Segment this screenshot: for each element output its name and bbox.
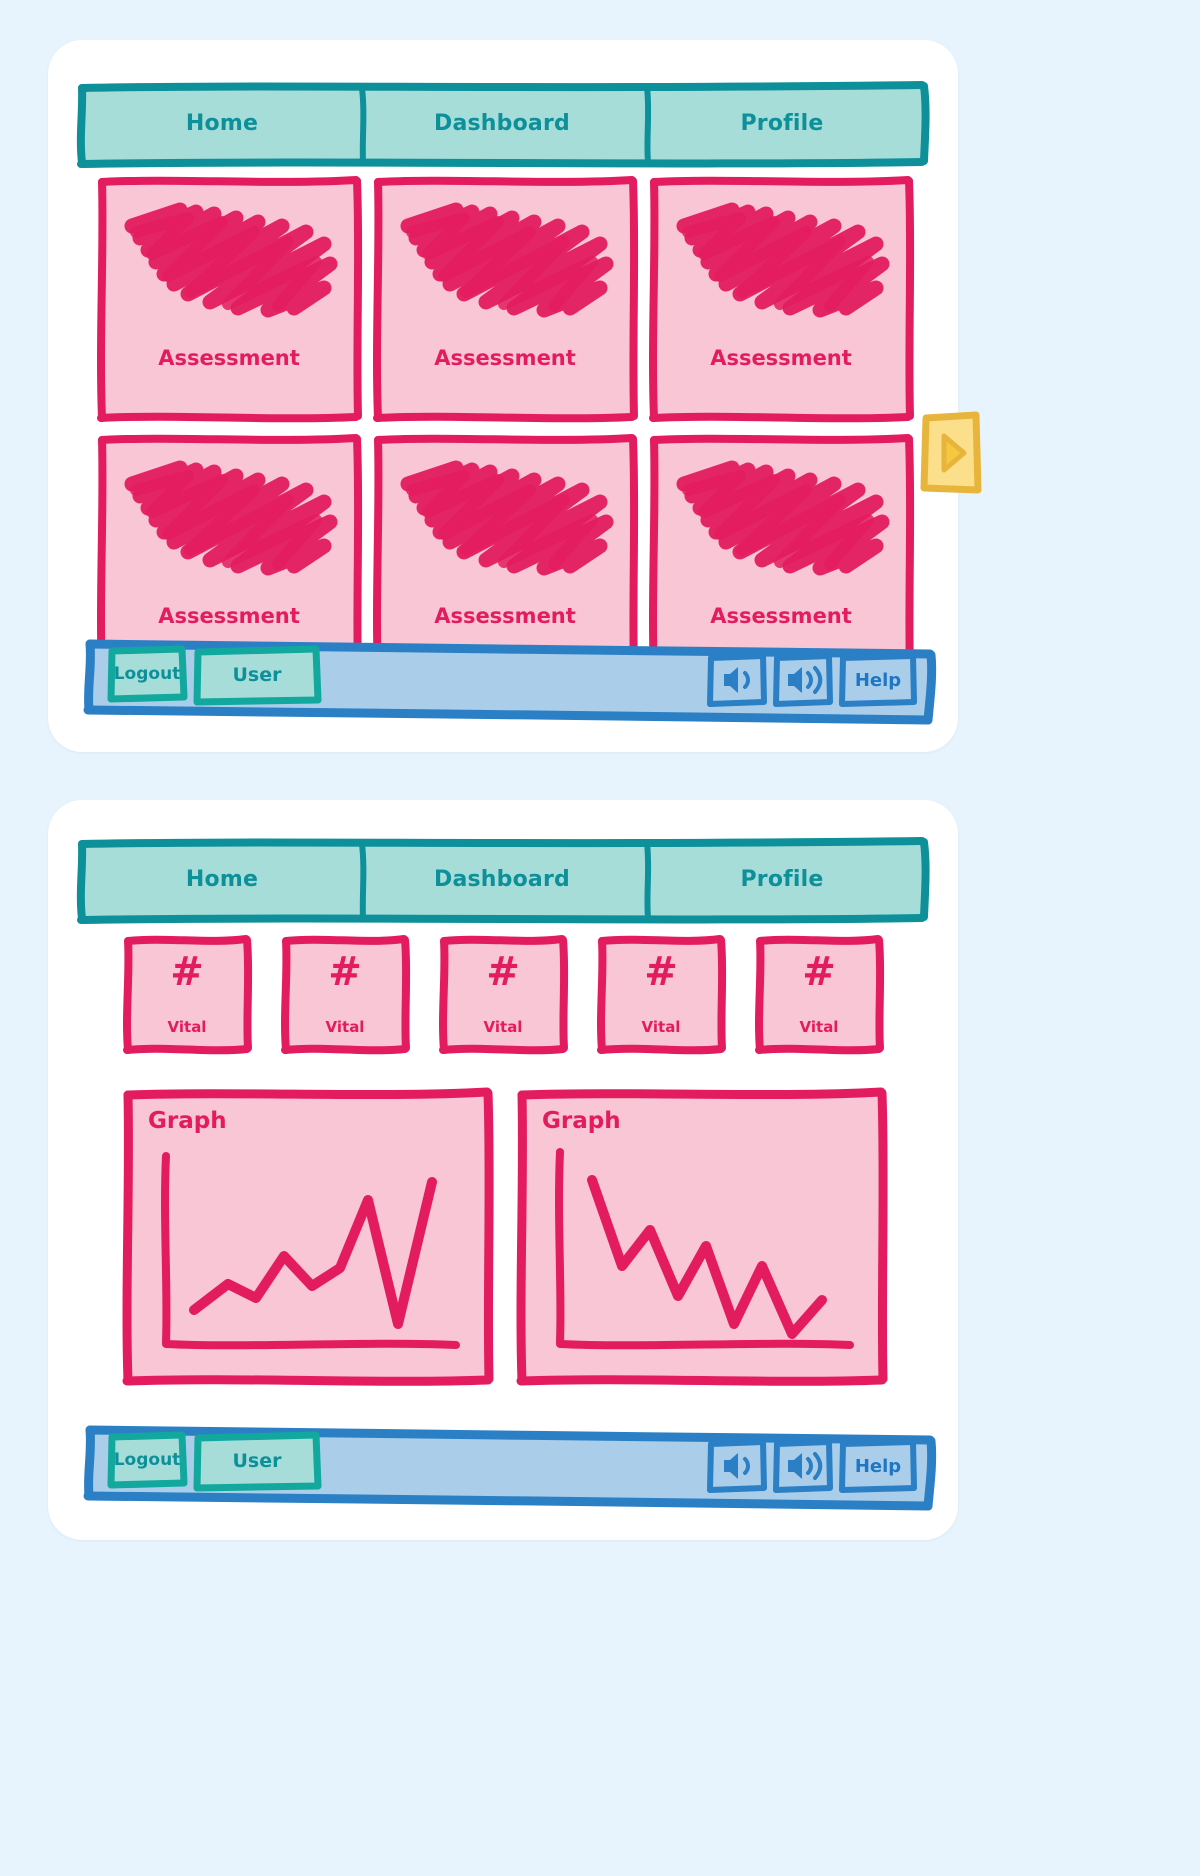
- graph-card[interactable]: Graph: [122, 1087, 494, 1386]
- image-placeholder-scribble-icon: [676, 202, 890, 318]
- help-button-label: Help: [854, 1455, 902, 1477]
- image-placeholder-scribble-icon: [400, 460, 614, 576]
- vital-card-label: Vital: [325, 1018, 365, 1036]
- tab-home-label: Home: [185, 110, 259, 136]
- assessment-card-grid: Assessment Assessment Assessment Assessm…: [97, 176, 930, 681]
- vital-card-label: Vital: [167, 1018, 207, 1036]
- toolbar-left-group: Logout User: [107, 1431, 322, 1492]
- vital-card-label: Vital: [641, 1018, 681, 1036]
- assessment-card-label: Assessment: [710, 604, 852, 628]
- vital-card[interactable]: # Vital: [281, 935, 411, 1055]
- tab-home[interactable]: Home: [82, 840, 362, 918]
- tab-profile[interactable]: Profile: [642, 84, 922, 162]
- image-placeholder-scribble-icon: [400, 202, 614, 318]
- vital-card[interactable]: # Vital: [755, 935, 885, 1055]
- help-button[interactable]: Help: [839, 1439, 917, 1493]
- vital-card-value: #: [486, 949, 520, 995]
- bottom-toolbar-panel-two: Logout User Help: [82, 1420, 938, 1511]
- graphs-row: Graph Graph: [122, 1087, 888, 1386]
- graph-card[interactable]: Graph: [516, 1087, 888, 1386]
- speaker-high-icon: [773, 653, 833, 707]
- vital-card-value: #: [644, 949, 678, 995]
- volume-high-button[interactable]: [773, 653, 833, 707]
- logout-button-label: Logout: [113, 1450, 181, 1470]
- assessment-card[interactable]: Assessment: [373, 176, 639, 423]
- help-button-label: Help: [854, 669, 902, 691]
- assessment-card-label: Assessment: [158, 346, 300, 370]
- tab-profile-label: Profile: [740, 866, 824, 892]
- tab-profile[interactable]: Profile: [642, 840, 922, 918]
- navbar-panel-one: Home Dashboard Profile: [76, 81, 930, 168]
- tab-home-label: Home: [185, 866, 259, 892]
- image-placeholder-scribble-icon: [124, 460, 338, 576]
- toolbar-left-group: Logout User: [107, 645, 322, 706]
- line-chart-sketch: [161, 1152, 460, 1350]
- tab-dashboard-label: Dashboard: [434, 110, 570, 136]
- vital-card-value: #: [170, 949, 204, 995]
- user-button[interactable]: User: [193, 1431, 322, 1492]
- vitals-row: # Vital # Vital # Vital # Vital # Vital: [123, 935, 885, 1055]
- volume-low-button[interactable]: [707, 1439, 767, 1493]
- help-button[interactable]: Help: [839, 653, 917, 707]
- logout-button[interactable]: Logout: [107, 1431, 188, 1489]
- toolbar-right-group: Help: [707, 1439, 917, 1493]
- assessment-card-label: Assessment: [434, 604, 576, 628]
- volume-low-button[interactable]: [707, 653, 767, 707]
- image-placeholder-scribble-icon: [124, 202, 338, 318]
- dashboard-screen-panel: Home Dashboard Profile # Vital # Vital #…: [48, 800, 958, 1540]
- speaker-low-icon: [707, 1439, 767, 1493]
- image-placeholder-scribble-icon: [676, 460, 890, 576]
- vital-card[interactable]: # Vital: [439, 935, 569, 1055]
- navbar-panel-two: Home Dashboard Profile: [76, 837, 930, 924]
- assessment-card[interactable]: Assessment: [649, 176, 915, 423]
- vital-card-value: #: [328, 949, 362, 995]
- play-triangle-icon: [920, 411, 982, 494]
- logout-button[interactable]: Logout: [107, 645, 188, 703]
- assessments-screen-panel: Home Dashboard Profile Assessment Assess…: [48, 40, 982, 752]
- assessment-card-label: Assessment: [710, 346, 852, 370]
- line-chart-sketch: [555, 1148, 854, 1350]
- graph-card-title: Graph: [148, 1108, 227, 1134]
- vital-card[interactable]: # Vital: [597, 935, 727, 1055]
- tab-dashboard-label: Dashboard: [434, 866, 570, 892]
- user-button-label: User: [232, 1450, 282, 1472]
- speaker-high-icon: [773, 1439, 833, 1493]
- speaker-low-icon: [707, 653, 767, 707]
- volume-high-button[interactable]: [773, 1439, 833, 1493]
- assessment-card-label: Assessment: [434, 346, 576, 370]
- user-button[interactable]: User: [193, 645, 322, 706]
- vital-card-label: Vital: [799, 1018, 839, 1036]
- assessment-card[interactable]: Assessment: [97, 176, 363, 423]
- tab-profile-label: Profile: [740, 110, 824, 136]
- vital-card-value: #: [802, 949, 836, 995]
- mockup-canvas: Home Dashboard Profile Assessment Assess…: [0, 0, 1200, 1876]
- vital-card[interactable]: # Vital: [123, 935, 253, 1055]
- user-button-label: User: [232, 664, 282, 686]
- toolbar-right-group: Help: [707, 653, 917, 707]
- graph-card-title: Graph: [542, 1108, 621, 1134]
- logout-button-label: Logout: [113, 664, 181, 684]
- tab-dashboard[interactable]: Dashboard: [362, 84, 642, 162]
- vital-card-label: Vital: [483, 1018, 523, 1036]
- tab-home[interactable]: Home: [82, 84, 362, 162]
- side-drawer-toggle[interactable]: [920, 410, 982, 496]
- bottom-toolbar-panel-one: Logout User Help: [82, 634, 938, 725]
- assessment-card-label: Assessment: [158, 604, 300, 628]
- tab-dashboard[interactable]: Dashboard: [362, 840, 642, 918]
